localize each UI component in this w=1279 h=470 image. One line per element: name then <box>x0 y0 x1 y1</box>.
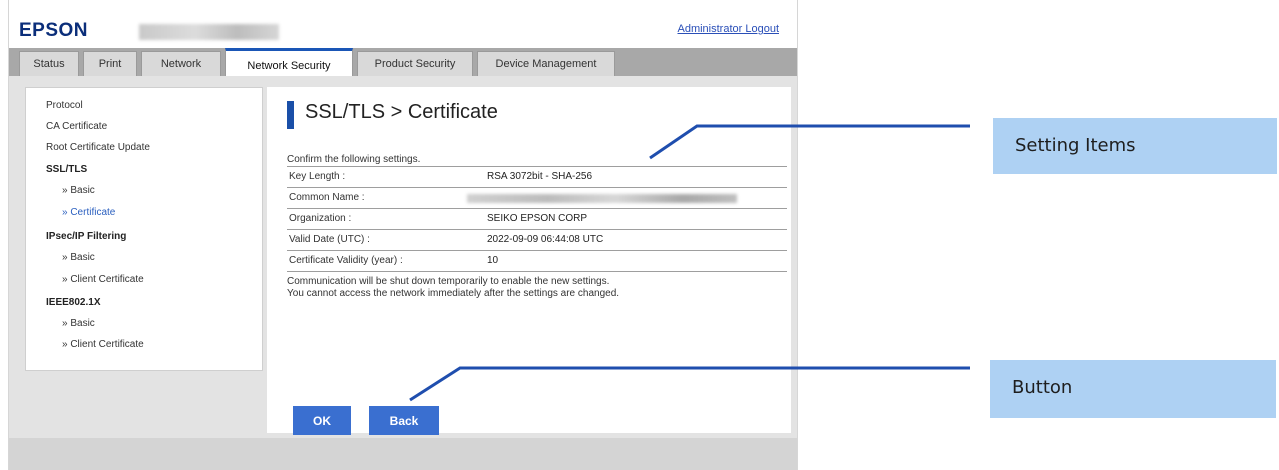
button-leader-line <box>409 366 970 402</box>
setting-items-leader-line <box>649 124 970 160</box>
callout-setting-items: Setting Items <box>993 118 1277 174</box>
callout-button: Button <box>990 360 1276 418</box>
